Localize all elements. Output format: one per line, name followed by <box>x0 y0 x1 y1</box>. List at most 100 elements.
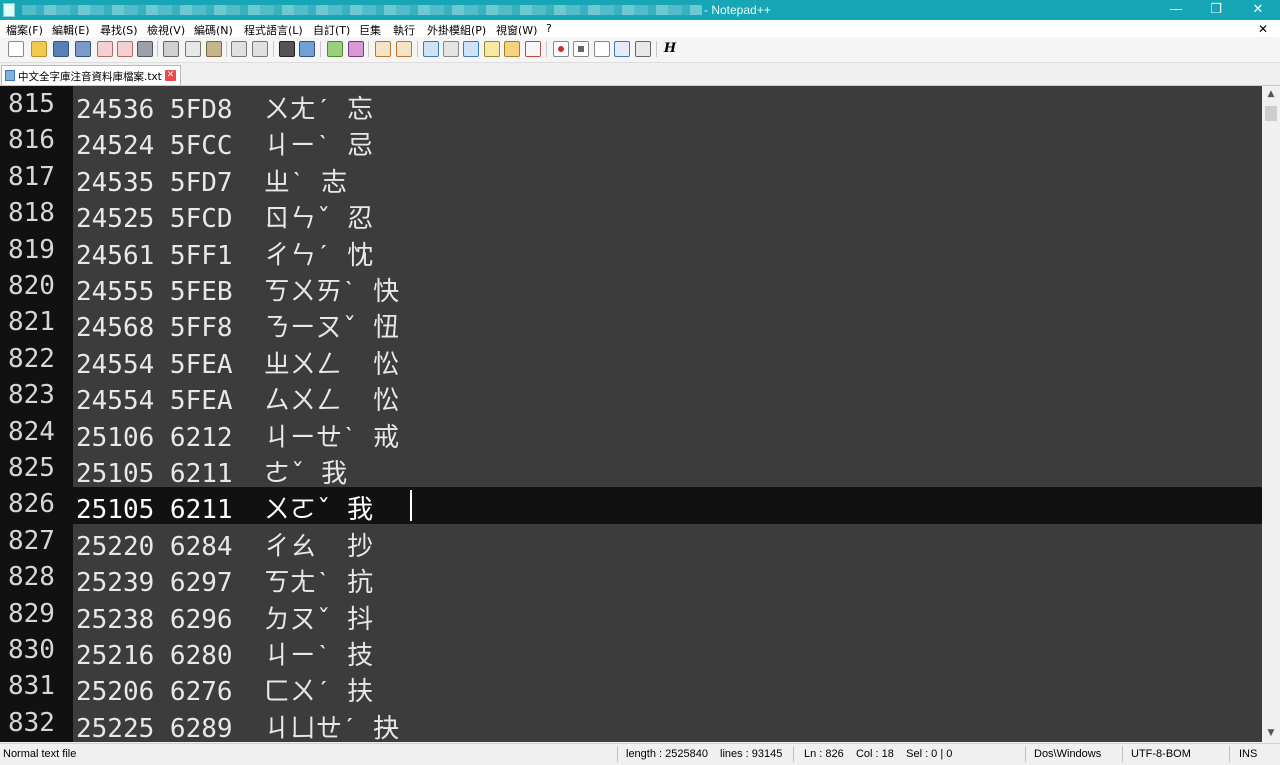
editor-line[interactable]: 816 24524 5FCC ㄐㄧˋ 忌 <box>0 123 1262 162</box>
find-icon[interactable] <box>279 41 295 57</box>
menu-run[interactable]: 執行 <box>393 22 415 38</box>
line-text[interactable]: 25106 6212 ㄐㄧㄝˋ 戒 <box>76 417 399 454</box>
close-all-icon[interactable] <box>117 41 133 57</box>
print-icon[interactable] <box>137 41 153 57</box>
document-tab[interactable]: 中文全字庫注音資料庫檔案.txt ✕ <box>1 65 181 85</box>
editor-line[interactable]: 826 25105 6211 ㄨㄛˇ 我 <box>0 487 1262 526</box>
show-all-chars-icon[interactable] <box>443 41 459 57</box>
replace-icon[interactable] <box>299 41 315 57</box>
editor-line[interactable]: 819 24561 5FF1 ㄔㄣˊ 忱 <box>0 233 1262 272</box>
editor-line[interactable]: 815 24536 5FD8 ㄨㄤˊ 忘 <box>0 87 1262 126</box>
scroll-up-arrow-icon[interactable]: ▲ <box>1262 86 1280 103</box>
close-icon[interactable] <box>97 41 113 57</box>
zoom-out-icon[interactable] <box>348 41 364 57</box>
line-text[interactable]: 24555 5FEB ㄎㄨㄞˋ 快 <box>76 271 399 308</box>
editor-line[interactable]: 818 24525 5FCD ㄖㄣˇ 忍 <box>0 196 1262 235</box>
close-document-button[interactable]: ✕ <box>1258 22 1268 36</box>
word-wrap-icon[interactable] <box>423 41 439 57</box>
editor-line[interactable]: 823 24554 5FEA ㄙㄨㄥ 忪 <box>0 378 1262 417</box>
restore-button[interactable]: ❐ <box>1196 0 1236 20</box>
tab-label: 中文全字庫注音資料庫檔案.txt <box>18 71 162 83</box>
notepad-app-icon[interactable] <box>3 3 15 17</box>
indent-guide-icon[interactable] <box>463 41 479 57</box>
sync-vertical-icon[interactable] <box>375 41 391 57</box>
status-length: length : 2525840 <box>626 748 708 760</box>
line-text[interactable]: 25220 6284 ㄔㄠ 抄 <box>76 526 373 563</box>
menu-language[interactable]: 程式語言(L) <box>244 22 303 38</box>
tab-close-icon[interactable]: ✕ <box>165 70 176 81</box>
function-list-icon[interactable] <box>504 41 520 57</box>
menu-view[interactable]: 檢視(V) <box>147 22 185 38</box>
minimize-button[interactable]: — <box>1156 0 1196 20</box>
stop-macro-icon[interactable] <box>573 41 589 57</box>
scroll-down-arrow-icon[interactable]: ▼ <box>1262 725 1280 742</box>
editor-line[interactable]: 832 25225 6289 ㄐㄩㄝˊ 抉 <box>0 706 1262 742</box>
line-number: 823 <box>8 380 55 411</box>
editor-area[interactable]: 815 24536 5FD8 ㄨㄤˊ 忘 816 24524 5FCC ㄐㄧˋ 忌 81… <box>0 86 1262 742</box>
line-number: 829 <box>8 598 55 629</box>
title-bar: - Notepad++ — ❐ ✕ <box>0 0 1280 20</box>
record-macro-icon[interactable] <box>553 41 569 57</box>
editor-line[interactable]: 824 25106 6212 ㄐㄧㄝˋ 戒 <box>0 415 1262 454</box>
line-text[interactable]: 24535 5FD7 ㄓˋ 志 <box>76 162 347 199</box>
editor-line[interactable]: 825 25105 6211 ㄜˇ 我 <box>0 451 1262 490</box>
line-text[interactable]: 25216 6280 ㄐㄧˋ 技 <box>76 635 373 672</box>
editor-line[interactable]: 817 24535 5FD7 ㄓˋ 志 <box>0 160 1262 199</box>
line-number: 831 <box>8 671 55 702</box>
line-number: 825 <box>8 453 55 483</box>
line-text[interactable]: 25206 6276 ㄈㄨˊ 扶 <box>76 671 373 708</box>
doc-map-icon[interactable] <box>484 41 500 57</box>
play-macro-icon[interactable] <box>594 41 610 57</box>
run-macro-multiple-icon[interactable] <box>614 41 630 57</box>
menu-settings[interactable]: 自訂(T) <box>313 22 350 38</box>
menu-help[interactable]: ? <box>546 22 552 35</box>
cut-icon[interactable] <box>163 41 179 57</box>
vertical-scrollbar[interactable]: ▲ ▼ <box>1262 86 1280 742</box>
line-text[interactable]: 24561 5FF1 ㄔㄣˊ 忱 <box>76 235 373 272</box>
line-text[interactable]: 24536 5FD8 ㄨㄤˊ 忘 <box>76 89 373 126</box>
line-text[interactable]: 25225 6289 ㄐㄩㄝˊ 抉 <box>76 708 399 742</box>
paste-icon[interactable] <box>206 41 222 57</box>
menu-window[interactable]: 視窗(W) <box>496 22 537 38</box>
close-window-button[interactable]: ✕ <box>1238 0 1278 20</box>
scrollbar-thumb[interactable] <box>1265 106 1277 121</box>
status-eol: Dos\Windows <box>1034 748 1102 760</box>
copy-icon[interactable] <box>185 41 201 57</box>
new-file-icon[interactable] <box>8 41 24 57</box>
menu-plugins[interactable]: 外掛模組(P) <box>427 22 486 38</box>
line-text[interactable]: 25238 6296 ㄉㄡˇ 抖 <box>76 599 373 636</box>
save-all-icon[interactable] <box>75 41 91 57</box>
menu-file[interactable]: 檔案(F) <box>6 22 43 38</box>
menu-macro[interactable]: 巨集 <box>359 22 381 38</box>
folder-workspace-icon[interactable] <box>525 41 541 57</box>
editor-line[interactable]: 829 25238 6296 ㄉㄡˇ 抖 <box>0 597 1262 636</box>
editor-line[interactable]: 827 25220 6284 ㄔㄠ 抄 <box>0 524 1262 563</box>
line-text[interactable]: 24568 5FF8 ㄋㄧㄡˇ 忸 <box>76 307 399 344</box>
line-text[interactable]: 24554 5FEA ㄙㄨㄥ 忪 <box>76 380 399 417</box>
line-text[interactable]: 25239 6297 ㄎㄤˋ 抗 <box>76 562 373 599</box>
h-icon[interactable]: H <box>662 41 678 57</box>
save-icon[interactable] <box>53 41 69 57</box>
menu-encoding[interactable]: 編碼(N) <box>194 22 233 38</box>
line-text[interactable]: 25105 6211 ㄜˇ 我 <box>76 453 347 490</box>
editor-line[interactable]: 828 25239 6297 ㄎㄤˋ 抗 <box>0 560 1262 599</box>
line-text[interactable]: 24525 5FCD ㄖㄣˇ 忍 <box>76 198 373 235</box>
line-text[interactable]: 24554 5FEA ㄓㄨㄥ 忪 <box>76 344 399 381</box>
status-lines: lines : 93145 <box>720 748 783 760</box>
editor-line[interactable]: 821 24568 5FF8 ㄋㄧㄡˇ 忸 <box>0 305 1262 344</box>
editor-line[interactable]: 822 24554 5FEA ㄓㄨㄥ 忪 <box>0 342 1262 381</box>
save-macro-icon[interactable] <box>635 41 651 57</box>
zoom-in-icon[interactable] <box>327 41 343 57</box>
menu-search[interactable]: 尋找(S) <box>100 22 138 38</box>
open-file-icon[interactable] <box>31 41 47 57</box>
undo-icon[interactable] <box>231 41 247 57</box>
line-number: 824 <box>8 416 55 447</box>
line-text[interactable]: 24524 5FCC ㄐㄧˋ 忌 <box>76 125 373 162</box>
line-text[interactable]: 25105 6211 ㄨㄛˇ 我 <box>76 489 373 526</box>
redo-icon[interactable] <box>252 41 268 57</box>
menu-edit[interactable]: 編輯(E) <box>52 22 90 38</box>
editor-line[interactable]: 820 24555 5FEB ㄎㄨㄞˋ 快 <box>0 269 1262 308</box>
editor-line[interactable]: 831 25206 6276 ㄈㄨˊ 扶 <box>0 669 1262 708</box>
sync-horizontal-icon[interactable] <box>396 41 412 57</box>
editor-line[interactable]: 830 25216 6280 ㄐㄧˋ 技 <box>0 633 1262 672</box>
